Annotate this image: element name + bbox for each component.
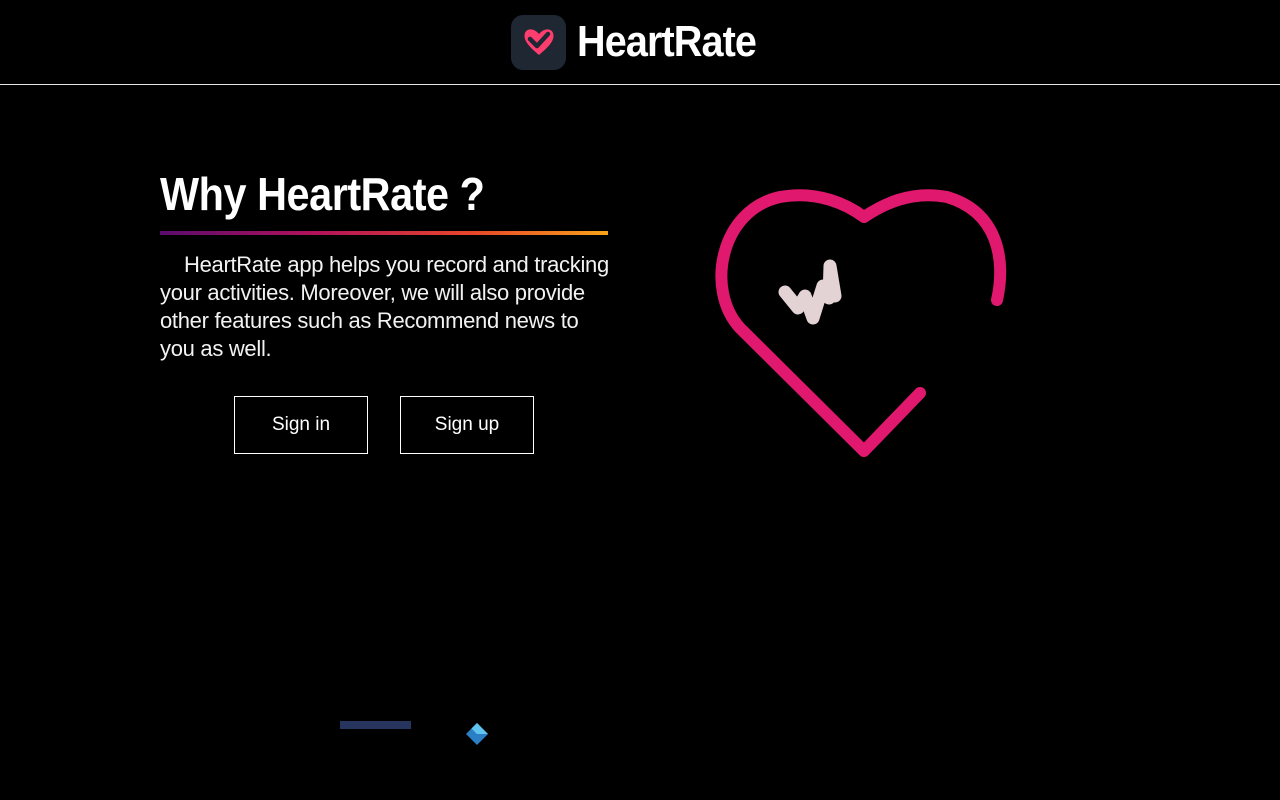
title-underline — [160, 231, 608, 235]
page-title: Why HeartRate ? — [160, 168, 485, 220]
app-name: HeartRate — [577, 17, 757, 66]
heart-check-icon — [511, 14, 566, 70]
brand-logo-link[interactable]: HeartRate — [511, 14, 776, 70]
sign-in-button[interactable]: Sign in — [234, 396, 368, 454]
decorative-bar — [340, 721, 411, 729]
heart-pulse-icon — [710, 180, 1020, 470]
intro-section: Why HeartRate ? HeartRate app helps you … — [160, 165, 610, 363]
intro-description: HeartRate app helps you record and track… — [160, 252, 609, 361]
decorative-diamond-icon — [466, 723, 488, 745]
auth-actions: Sign in Sign up — [234, 396, 534, 454]
welcome-page: HeartRate Why HeartRate ? HeartRate app … — [0, 0, 1280, 800]
top-header: HeartRate — [0, 0, 1280, 85]
sign-up-button[interactable]: Sign up — [400, 396, 534, 454]
